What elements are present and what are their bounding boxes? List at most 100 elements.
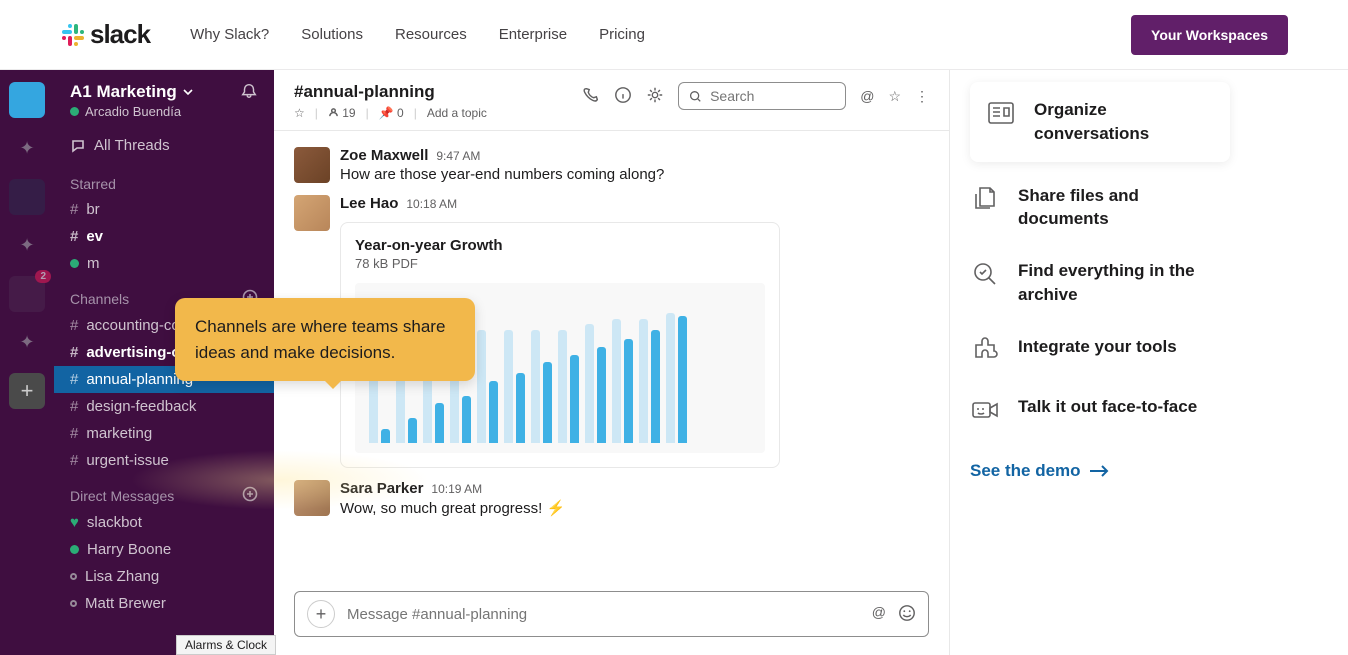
newspaper-icon xyxy=(986,98,1018,130)
avatar[interactable] xyxy=(294,195,330,231)
chevron-down-icon xyxy=(183,87,193,97)
presence-dot xyxy=(70,259,79,268)
rail-glyph: ✦ xyxy=(19,332,34,353)
workspace-switcher-1[interactable] xyxy=(9,82,45,118)
section-dms: Direct Messages xyxy=(54,474,274,509)
star-icon[interactable]: ☆ xyxy=(294,106,305,120)
emoji-icon[interactable] xyxy=(898,604,916,625)
starred-item[interactable]: m xyxy=(54,250,274,277)
channel-item[interactable]: #design-feedback xyxy=(54,393,274,420)
add-topic[interactable]: Add a topic xyxy=(427,106,487,120)
workspace-user: Arcadio Buendía xyxy=(70,104,193,119)
add-workspace-button[interactable]: + xyxy=(9,373,45,409)
workspace-badge: 2 xyxy=(35,270,51,283)
nav-enterprise[interactable]: Enterprise xyxy=(499,26,567,43)
workspace-switcher-3[interactable]: 2 xyxy=(9,276,45,312)
star-action-icon[interactable]: ☆ xyxy=(888,88,901,105)
message-text: How are those year-end numbers coming al… xyxy=(340,166,929,183)
starred-item[interactable]: #ev xyxy=(54,223,274,250)
workspace-header[interactable]: A1 Marketing Arcadio Buendía xyxy=(54,70,274,127)
arrow-right-icon xyxy=(1089,465,1109,477)
promo-item-active[interactable]: Organize conversations xyxy=(970,82,1230,162)
nav-solutions[interactable]: Solutions xyxy=(301,26,363,43)
dm-item[interactable]: Lisa Zhang xyxy=(54,563,274,590)
your-workspaces-button[interactable]: Your Workspaces xyxy=(1131,15,1288,55)
message-author[interactable]: Lee Hao xyxy=(340,195,398,212)
avatar[interactable] xyxy=(294,480,330,516)
message: Zoe Maxwell 9:47 AM How are those year-en… xyxy=(274,141,949,189)
promo-item[interactable]: Find everything in the archive xyxy=(970,245,1230,321)
gear-icon[interactable] xyxy=(646,86,664,107)
dm-item[interactable]: Harry Boone xyxy=(54,536,274,563)
promo-text: Talk it out face-to-face xyxy=(1018,395,1197,419)
see-demo-link[interactable]: See the demo xyxy=(970,461,1230,481)
message-author[interactable]: Zoe Maxwell xyxy=(340,147,428,164)
nav-resources[interactable]: Resources xyxy=(395,26,467,43)
channel-item[interactable]: #urgent-issue xyxy=(54,447,274,474)
message-time: 10:18 AM xyxy=(406,197,457,211)
slack-icon xyxy=(60,22,86,48)
more-icon[interactable]: ⋮ xyxy=(915,88,929,105)
taskbar-tooltip: Alarms & Clock xyxy=(176,635,276,655)
search-archive-icon xyxy=(970,259,1002,291)
video-icon xyxy=(970,395,1002,427)
section-starred: Starred xyxy=(54,164,274,196)
mention-icon[interactable]: @ xyxy=(872,604,886,625)
promo-item[interactable]: Share files and documents xyxy=(970,170,1230,246)
promo-column: Organize conversations Share files and d… xyxy=(950,70,1250,655)
dm-item[interactable]: ♥slackbot xyxy=(54,509,274,536)
mentions-icon[interactable]: @ xyxy=(860,88,874,104)
slack-logo[interactable]: slack xyxy=(60,19,150,50)
attach-button[interactable]: + xyxy=(307,600,335,628)
promo-text: Integrate your tools xyxy=(1018,335,1177,359)
presence-away xyxy=(70,573,77,580)
promo-text: Find everything in the archive xyxy=(1018,259,1230,307)
workspace-rail: ✦ ✦ 2 ✦ + xyxy=(0,70,54,655)
file-share-icon xyxy=(970,184,1002,216)
app-shell: ✦ ✦ 2 ✦ + A1 Marketing Arcadio Buendía xyxy=(0,70,1348,655)
promo-item[interactable]: Integrate your tools xyxy=(970,321,1230,381)
channel-title: #annual-planning xyxy=(294,82,487,102)
heart-icon: ♥ xyxy=(70,514,79,531)
rail-glyph: ✦ xyxy=(19,235,34,256)
presence-away xyxy=(70,600,77,607)
message: Sara Parker 10:19 AM Wow, so much great p… xyxy=(274,474,949,523)
info-icon[interactable] xyxy=(614,86,632,107)
all-threads[interactable]: All Threads xyxy=(54,127,274,164)
message-composer: + @ xyxy=(294,591,929,637)
promo-text: Organize conversations xyxy=(1034,98,1214,146)
search-input[interactable] xyxy=(710,88,835,104)
message-time: 9:47 AM xyxy=(436,149,480,163)
message-author[interactable]: Sara Parker xyxy=(340,480,423,497)
members-count[interactable]: 19 xyxy=(328,106,356,120)
message-time: 10:19 AM xyxy=(431,482,482,496)
workspace-switcher-2[interactable] xyxy=(9,179,45,215)
presence-dot xyxy=(70,107,79,116)
attachment-title: Year-on-year Growth xyxy=(355,237,765,254)
channel-item[interactable]: #marketing xyxy=(54,420,274,447)
avatar[interactable] xyxy=(294,147,330,183)
pins-count[interactable]: 📌 0 xyxy=(379,106,404,120)
brand-text: slack xyxy=(90,19,150,50)
message-text: Wow, so much great progress! ⚡ xyxy=(340,499,929,517)
bell-icon[interactable] xyxy=(240,82,258,105)
workspace-name: A1 Marketing xyxy=(70,82,193,102)
dm-item[interactable]: Matt Brewer xyxy=(54,590,274,617)
nav-why[interactable]: Why Slack? xyxy=(190,26,269,43)
puzzle-icon xyxy=(970,335,1002,367)
composer-input[interactable] xyxy=(347,606,860,623)
rail-glyph: ✦ xyxy=(19,138,34,159)
nav-pricing[interactable]: Pricing xyxy=(599,26,645,43)
starred-item[interactable]: #br xyxy=(54,196,274,223)
search-icon xyxy=(689,89,702,104)
site-header: slack Why Slack? Solutions Resources Ent… xyxy=(0,0,1348,70)
add-dm-icon[interactable] xyxy=(242,486,258,505)
attachment-subtitle: 78 kB PDF xyxy=(355,256,765,271)
search-box[interactable] xyxy=(678,82,846,110)
promo-text: Share files and documents xyxy=(1018,184,1230,232)
onboarding-tooltip: Channels are where teams share ideas and… xyxy=(175,298,475,381)
presence-dot xyxy=(70,545,79,554)
nav-links: Why Slack? Solutions Resources Enterpris… xyxy=(190,26,645,43)
phone-icon[interactable] xyxy=(582,86,600,107)
promo-item[interactable]: Talk it out face-to-face xyxy=(970,381,1230,441)
